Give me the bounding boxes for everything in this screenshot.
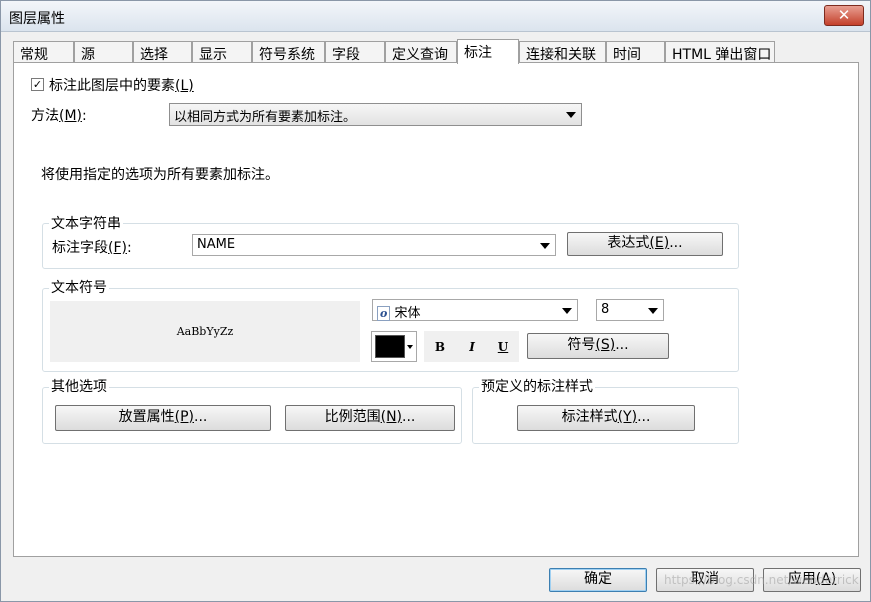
tab-label: 源 [81,47,95,63]
method-suffix: : [82,108,87,124]
expression-button-accel: (E) [649,235,670,251]
chevron-down-icon [648,308,658,314]
predefined-styles-title: 预定义的标注样式 [479,376,595,396]
symbol-button[interactable]: 符号(S)... [527,333,669,359]
text-string-title: 文本字符串 [49,213,123,233]
tab-label: 定义查询 [392,47,448,63]
placement-button-text: 放置属性 [118,409,175,425]
label-features-accel: (L) [175,78,194,94]
title-bar: 图层属性 ✕ [1,1,870,32]
close-icon: ✕ [837,6,851,24]
tab-labels[interactable]: 标注 [457,39,519,64]
method-value: 以相同方式为所有要素加标注。 [174,110,357,125]
method-label-text: 方法 [31,108,59,124]
label-features-checkbox[interactable]: ✓ [31,78,44,91]
text-symbol-title: 文本符号 [49,277,109,297]
method-dropdown[interactable]: 以相同方式为所有要素加标注。 [169,103,582,126]
method-accel: (M) [59,108,83,124]
layer-properties-dialog: 图层属性 ✕ 常规 源 选择 显示 符号系统 字段 定义查询 标注 连接和关联 … [0,0,871,602]
chevron-down-icon [562,308,572,314]
label-field-label: 标注字段(F): [52,237,132,257]
tab-symbology[interactable]: 符号系统 [252,41,325,63]
font-name-dropdown[interactable]: o 宋体 [372,299,578,321]
opentype-font-icon: o [377,306,391,321]
symbol-preview: AaBbYyZz [50,301,360,362]
labels-tab-panel: ✓ 标注此图层中的要素(L) 方法(M): 以相同方式为所有要素加标注。 将使用… [13,62,859,557]
format-toolbar: B I U [424,331,519,362]
watermark: https://blog.csdn.net/webdetrick [664,573,859,587]
expression-button-suffix: ... [669,235,683,251]
label-styles-button-accel: (Y) [617,409,638,425]
placement-properties-button[interactable]: 放置属性(P)... [55,405,271,431]
label-field-suffix: : [126,240,132,256]
window-title: 图层属性 [9,11,65,27]
italic-button[interactable]: I [461,336,483,358]
tab-display[interactable]: 显示 [192,41,252,63]
tab-selection[interactable]: 选择 [133,41,192,63]
scale-range-button[interactable]: 比例范围(N)... [285,405,455,431]
label-styles-button-text: 标注样式 [561,409,618,425]
scale-button-accel: (N) [380,409,403,425]
chevron-down-icon [540,243,550,249]
expression-button[interactable]: 表达式(E)... [567,232,723,256]
chevron-down-icon [407,345,413,349]
tab-label: 字段 [332,47,360,63]
underline-button[interactable]: U [492,336,514,358]
label-features-label: 标注此图层中的要素(L) [49,75,194,95]
tab-label: 时间 [613,47,641,63]
label-features-text: 标注此图层中的要素 [49,78,175,94]
scale-button-text: 比例范围 [324,409,381,425]
other-options-title: 其他选项 [49,376,109,396]
tab-definition-query[interactable]: 定义查询 [385,41,457,63]
label-styles-button-suffix: ... [637,409,651,425]
bold-button[interactable]: B [429,336,451,358]
label-field-text: 标注字段 [52,240,108,256]
chevron-down-icon [566,112,576,118]
tab-label: 连接和关联 [526,47,596,63]
tab-label: 常规 [20,47,48,63]
tab-label: 显示 [199,47,227,63]
symbol-button-text: 符号 [567,337,596,353]
checkmark-icon: ✓ [32,78,43,91]
symbol-button-suffix: ... [615,337,629,353]
label-field-value: NAME [197,237,236,252]
tab-label: 标注 [464,45,492,61]
tab-fields[interactable]: 字段 [325,41,385,63]
font-size-dropdown[interactable]: 8 [596,299,664,321]
tab-label: 选择 [140,47,168,63]
info-text: 将使用指定的选项为所有要素加标注。 [41,167,279,183]
color-swatch [375,335,405,358]
placement-button-accel: (P) [174,409,194,425]
tab-joins-relates[interactable]: 连接和关联 [519,41,606,63]
tab-source[interactable]: 源 [74,41,133,63]
placement-button-suffix: ... [194,409,208,425]
tab-label: 符号系统 [259,47,315,63]
tab-general[interactable]: 常规 [13,41,74,63]
label-styles-button[interactable]: 标注样式(Y)... [517,405,695,431]
label-field-dropdown[interactable]: NAME [192,234,556,256]
font-size-value: 8 [601,302,610,317]
scale-button-suffix: ... [402,409,416,425]
label-field-accel: (F) [108,240,127,256]
ok-button[interactable]: 确定 [549,568,647,592]
close-button[interactable]: ✕ [824,5,864,26]
font-name-value: 宋体 [394,306,421,321]
symbol-button-accel: (S) [595,337,616,353]
method-label: 方法(M): [31,105,87,125]
tab-html-popup[interactable]: HTML 弹出窗口 [665,41,775,63]
tab-label: HTML 弹出窗口 [672,47,772,63]
expression-button-text: 表达式 [607,235,650,251]
tab-time[interactable]: 时间 [606,41,665,63]
color-picker[interactable] [371,331,417,362]
